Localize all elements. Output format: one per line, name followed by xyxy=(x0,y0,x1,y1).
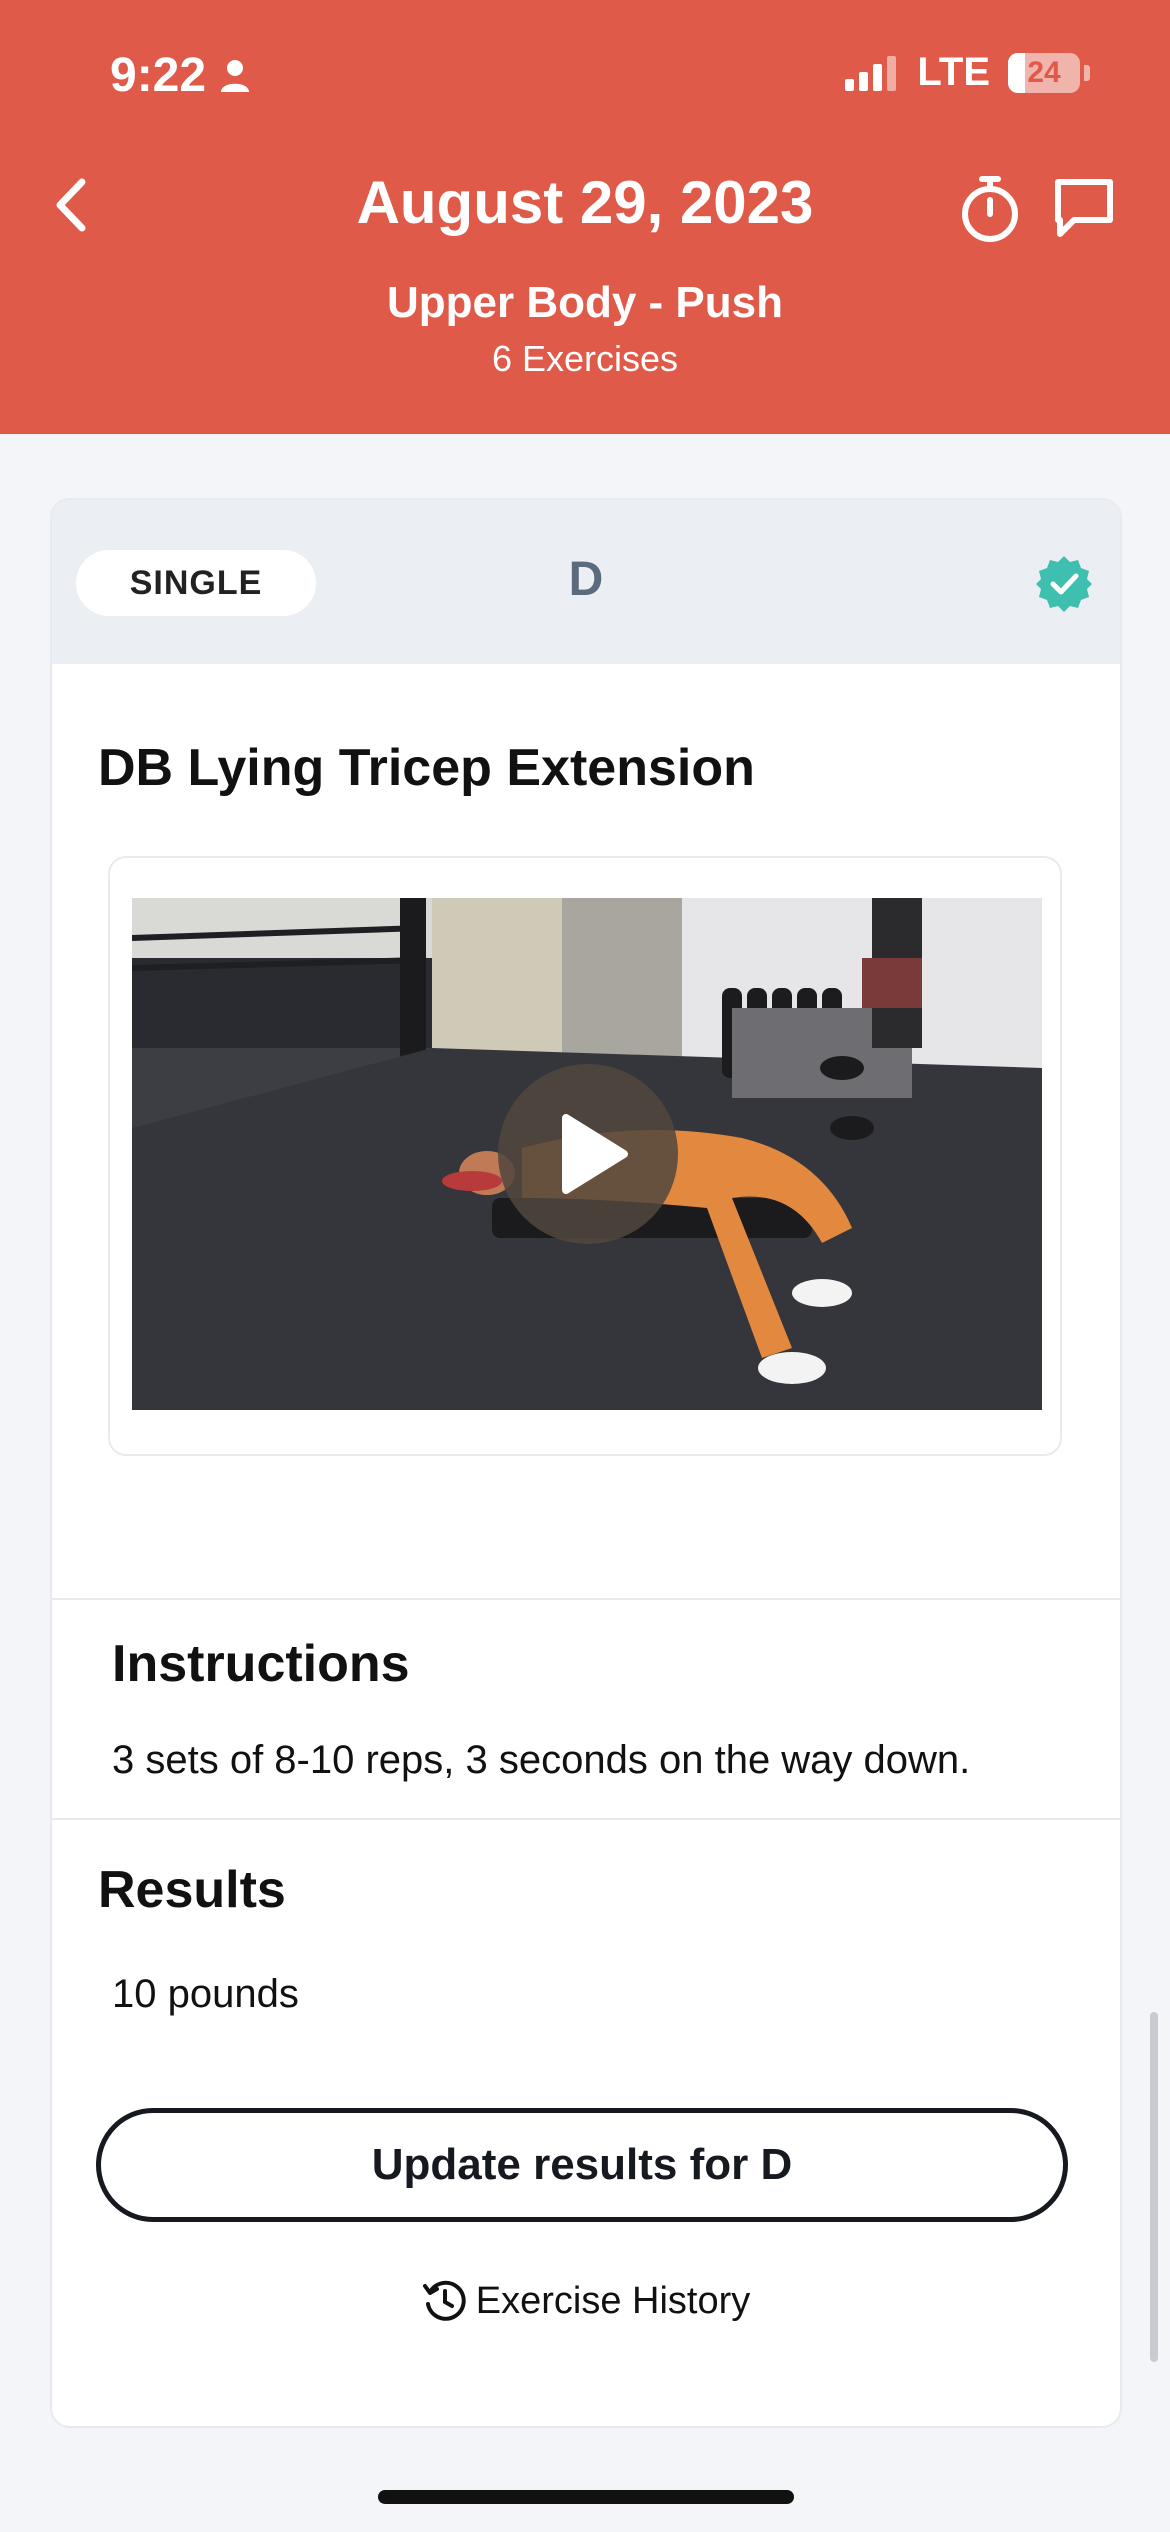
person-icon xyxy=(221,59,250,92)
exercise-card: SINGLE D DB Lying Tricep Extension Instr… xyxy=(50,498,1122,2428)
update-results-button[interactable]: Update results for D xyxy=(96,2108,1068,2222)
exercise-history-link[interactable]: Exercise History xyxy=(52,2278,1120,2324)
results-heading: Results xyxy=(98,1861,286,1919)
exercise-letter: D xyxy=(568,553,604,606)
section-divider xyxy=(52,1598,1120,1600)
play-icon xyxy=(562,1114,628,1194)
stopwatch-icon[interactable] xyxy=(958,174,1022,244)
status-time: 9:22 xyxy=(110,48,250,103)
card-header: SINGLE D xyxy=(52,500,1120,664)
instructions-text: 3 sets of 8-10 reps, 3 seconds on the wa… xyxy=(112,1738,971,1782)
workout-name: Upper Body - Push xyxy=(386,278,784,327)
history-icon xyxy=(422,2280,466,2321)
completed-check-icon xyxy=(1036,556,1092,612)
scrollbar[interactable] xyxy=(1150,2012,1158,2362)
exercise-name: DB Lying Tricep Extension xyxy=(98,739,755,797)
results-value: 10 pounds xyxy=(112,1972,299,2016)
exercise-history-label: Exercise History xyxy=(475,2279,751,2322)
exercise-video[interactable] xyxy=(132,898,1042,1410)
exercise-count: 6 Exercises xyxy=(491,338,679,379)
instructions-heading: Instructions xyxy=(112,1635,410,1693)
battery-icon: 24 xyxy=(1008,52,1080,93)
app-header: 9:22 LTE 24 August 29, 2023 Upper Body -… xyxy=(0,0,1170,434)
status-indicators: LTE 24 xyxy=(845,50,1090,95)
home-indicator[interactable] xyxy=(378,2490,794,2504)
signal-icon xyxy=(845,55,897,91)
battery-tip xyxy=(1084,64,1090,81)
play-button[interactable] xyxy=(498,1064,678,1244)
status-time-text: 9:22 xyxy=(110,49,207,102)
video-container xyxy=(108,856,1062,1456)
network-label: LTE xyxy=(917,50,990,94)
section-divider xyxy=(52,1818,1120,1820)
chat-bubble-icon[interactable] xyxy=(1052,176,1116,240)
battery-level: 24 xyxy=(1027,55,1061,89)
